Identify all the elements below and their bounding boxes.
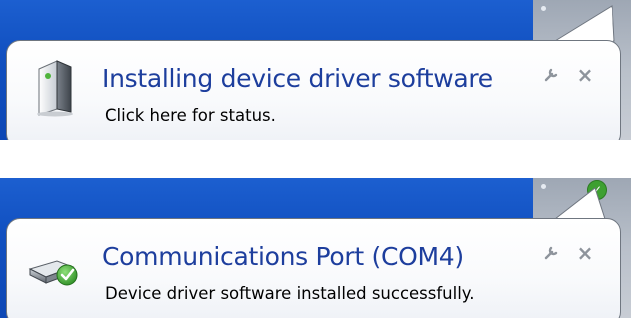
notification-installing: Installing device driver software Click … <box>0 0 631 140</box>
close-icon[interactable]: × <box>573 241 597 265</box>
wrench-icon[interactable] <box>540 63 564 87</box>
notification-message[interactable]: Click here for status. <box>105 106 276 125</box>
notification-title[interactable]: Communications Port (COM4) <box>102 242 464 271</box>
notification-balloon[interactable]: Installing device driver software Click … <box>6 40 621 140</box>
tower-computer-icon <box>37 60 73 117</box>
device-success-icon <box>28 260 78 286</box>
notification-message[interactable]: Device driver software installed success… <box>105 284 474 303</box>
notification-balloon[interactable]: Communications Port (COM4) Device driver… <box>6 218 621 318</box>
notification-title[interactable]: Installing device driver software <box>102 64 493 93</box>
close-icon[interactable]: × <box>573 63 597 87</box>
wrench-icon[interactable] <box>540 241 564 265</box>
notification-installed: ✓ Communications Port (COM4) Device driv… <box>0 178 631 318</box>
success-badge: ✓ <box>587 180 607 200</box>
